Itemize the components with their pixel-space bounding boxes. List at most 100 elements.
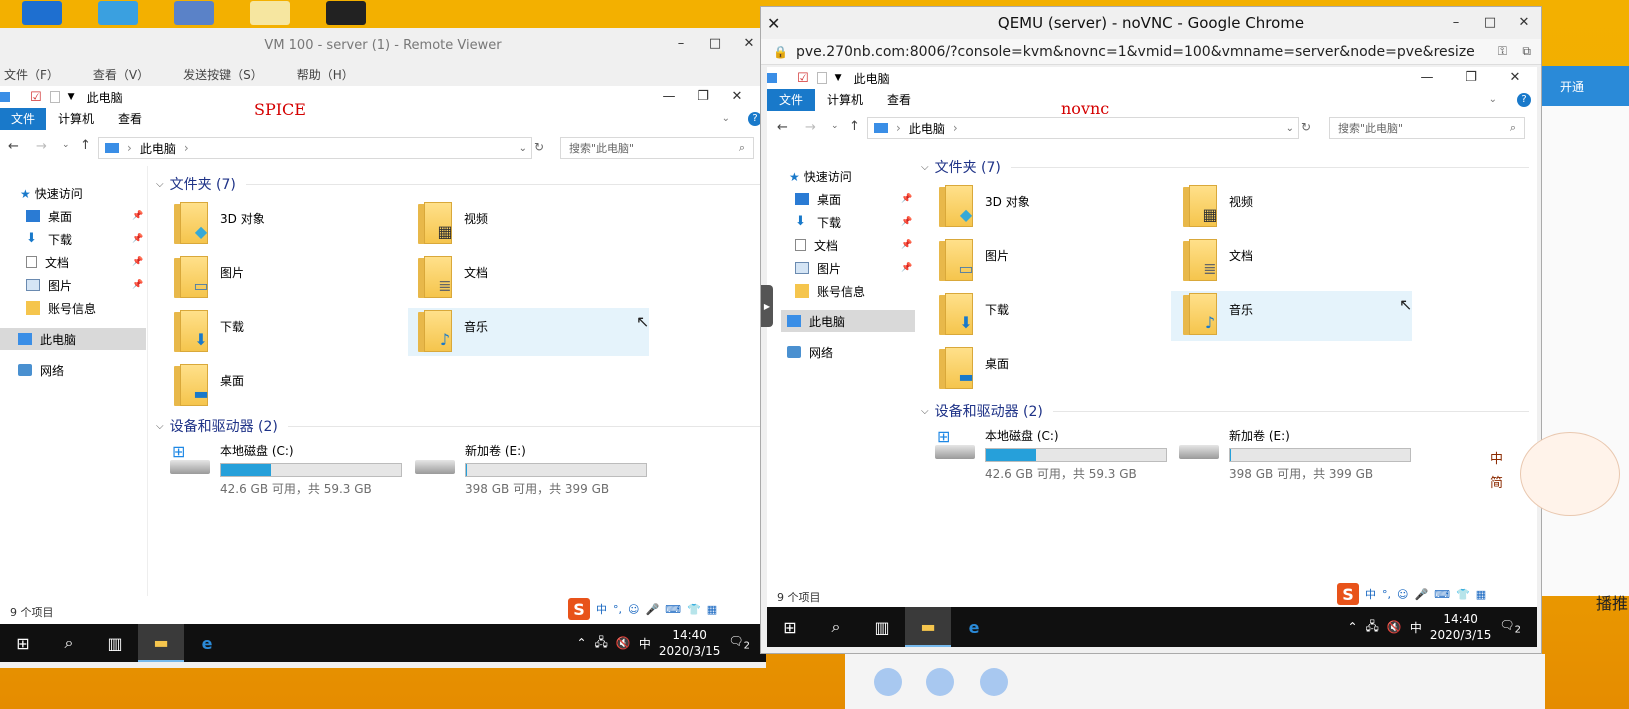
close-button[interactable]: ✕: [720, 86, 754, 108]
task-view-icon[interactable]: ▥: [859, 607, 905, 647]
nav-documents[interactable]: 文档: [795, 234, 838, 256]
folder-music[interactable]: ♪ 音乐: [1183, 293, 1253, 335]
folder-3d-objects[interactable]: ◆ 3D 对象: [174, 202, 265, 244]
menu-view[interactable]: 查看（V）: [93, 66, 149, 83]
mic-icon[interactable]: 🎤: [645, 603, 659, 616]
keyboard-icon[interactable]: ⌨: [1434, 588, 1450, 601]
minimize-button[interactable]: —: [1405, 67, 1449, 89]
telegram-icon[interactable]: [98, 1, 138, 25]
ime-toolbar[interactable]: S 中 °, ☺ 🎤 ⌨ 👕 ▦: [568, 598, 717, 620]
desktop-icon[interactable]: [22, 1, 62, 25]
emoji-icon[interactable]: ☺: [628, 603, 639, 616]
pin-icon[interactable]: 📌: [132, 257, 143, 267]
nav-quick-access[interactable]: ★ 快速访问: [789, 165, 852, 187]
maximize-button[interactable]: □: [1473, 7, 1507, 39]
minimize-button[interactable]: –: [664, 28, 698, 62]
nav-account-info[interactable]: 账号信息: [795, 280, 865, 302]
task-view-icon[interactable]: ▥: [92, 624, 138, 662]
drive-e[interactable]: 新加卷 (E:) 398 GB 可用，共 399 GB: [413, 442, 647, 497]
nav-pictures[interactable]: 图片: [795, 257, 841, 279]
folder-documents[interactable]: ≣ 文档: [1183, 239, 1253, 281]
up-icon[interactable]: ↑: [849, 119, 860, 134]
pin-icon[interactable]: 📌: [901, 240, 912, 250]
grid-icon[interactable]: ▦: [707, 603, 717, 616]
breadcrumb[interactable]: 此电脑: [140, 140, 176, 157]
nav-network[interactable]: 网络: [787, 341, 833, 363]
nav-this-pc[interactable]: 此电脑: [781, 310, 915, 332]
network-tray-icon[interactable]: 🖧: [1366, 617, 1379, 638]
punct-icon[interactable]: °,: [1382, 588, 1391, 601]
ime-mode[interactable]: 中: [1365, 586, 1376, 602]
ime-mascot-bar[interactable]: 中简: [1490, 448, 1503, 496]
drives-section-header[interactable]: ⌵ 设备和驱动器 (2): [921, 401, 1529, 421]
up-icon[interactable]: ↑: [80, 138, 91, 153]
address-dropdown-icon[interactable]: ⌄: [1286, 123, 1294, 134]
folder-documents[interactable]: ≣ 文档: [418, 256, 488, 298]
tab-file[interactable]: 文件: [0, 108, 47, 130]
pin-icon[interactable]: 📌: [901, 194, 912, 204]
new-folder-icon[interactable]: [49, 91, 60, 103]
ie-icon[interactable]: e: [951, 607, 997, 647]
help-icon[interactable]: ?: [1517, 93, 1531, 107]
search-input[interactable]: 搜索"此电脑" ⌕: [1329, 117, 1525, 139]
keyboard-icon[interactable]: ⌨: [665, 603, 681, 616]
minimize-button[interactable]: –: [1439, 7, 1473, 39]
folder-videos[interactable]: ▦ 视频: [1183, 185, 1253, 227]
app-icon[interactable]: [326, 1, 366, 25]
ribbon-expand-icon[interactable]: ⌄: [1477, 89, 1509, 111]
address-bar[interactable]: › 此电脑 › ⌄: [867, 117, 1299, 139]
chevron-up-icon[interactable]: ⌃: [576, 636, 586, 650]
mascot-icon[interactable]: [1520, 432, 1620, 516]
menu-send-keys[interactable]: 发送按键（S）: [183, 66, 263, 83]
explorer-taskbar-icon[interactable]: ▬: [905, 607, 951, 647]
tab-view[interactable]: 查看: [875, 89, 923, 111]
clock[interactable]: 14:40 2020/3/15: [659, 627, 721, 659]
search-icon[interactable]: ⌕: [46, 624, 92, 662]
notification-icon[interactable]: 🗨2: [1499, 618, 1521, 635]
folders-section-header[interactable]: ⌵ 文件夹 (7): [156, 174, 760, 194]
start-icon[interactable]: ⊞: [0, 624, 46, 662]
properties-icon[interactable]: ☑: [30, 90, 42, 105]
pin-icon[interactable]: 📌: [901, 217, 912, 227]
forward-icon[interactable]: →: [36, 139, 47, 154]
drive-c[interactable]: ⊞ 本地磁盘 (C:) 42.6 GB 可用，共 59.3 GB: [933, 427, 1167, 482]
tab-file[interactable]: 文件: [767, 89, 816, 111]
forward-icon[interactable]: →: [805, 120, 816, 135]
qat-dropdown-icon[interactable]: ▼: [835, 73, 842, 83]
recent-icon[interactable]: ⌄: [831, 121, 839, 131]
maximize-button[interactable]: ❐: [1449, 67, 1493, 89]
close-button[interactable]: ✕: [1493, 67, 1537, 89]
volume-muted-icon[interactable]: 🔇: [616, 636, 631, 650]
folder-downloads[interactable]: ⬇ 下载: [174, 310, 244, 352]
ime-indicator[interactable]: 中: [1410, 619, 1422, 636]
maximize-button[interactable]: □: [698, 28, 732, 62]
lock-icon[interactable]: 🔒: [773, 45, 788, 59]
qat-dropdown-icon[interactable]: ▼: [68, 92, 75, 102]
url-text[interactable]: pve.270nb.com:8006/?console=kvm&novnc=1&…: [796, 44, 1476, 60]
maximize-button[interactable]: ❐: [686, 86, 720, 108]
nav-downloads[interactable]: ⬇ 下载: [26, 228, 72, 250]
folder-desktop[interactable]: ▬ 桌面: [939, 347, 1009, 389]
drive-e[interactable]: 新加卷 (E:) 398 GB 可用，共 399 GB: [1177, 427, 1411, 482]
nav-quick-access[interactable]: ★ 快速访问: [20, 182, 83, 204]
breadcrumb[interactable]: 此电脑: [909, 120, 945, 137]
ribbon-expand-icon[interactable]: ⌄: [710, 108, 742, 130]
tab-view[interactable]: 查看: [106, 108, 154, 130]
folder-pictures[interactable]: ▭ 图片: [939, 239, 1009, 281]
folder-videos[interactable]: ▦ 视频: [418, 202, 488, 244]
tab-computer[interactable]: 计算机: [815, 89, 875, 111]
address-dropdown-icon[interactable]: ⌄: [519, 143, 527, 154]
ime-toolbar[interactable]: S 中 °, ☺ 🎤 ⌨ 👕 ▦: [1337, 583, 1486, 605]
close-button[interactable]: ✕: [1507, 7, 1541, 39]
top-right-banner[interactable]: 开通: [1542, 66, 1629, 106]
back-icon[interactable]: ←: [777, 120, 788, 135]
clock[interactable]: 14:40 2020/3/15: [1430, 611, 1492, 643]
folder-desktop[interactable]: ▬ 桌面: [174, 364, 244, 406]
pin-icon[interactable]: 📌: [132, 211, 143, 221]
refresh-icon[interactable]: ↻: [1301, 120, 1311, 134]
search-icon[interactable]: ⌕: [813, 607, 859, 647]
drive-c[interactable]: ⊞ 本地磁盘 (C:) 42.6 GB 可用，共 59.3 GB: [168, 442, 402, 497]
ime-indicator[interactable]: 中: [639, 635, 651, 652]
new-folder-icon[interactable]: [816, 72, 827, 84]
skin-icon[interactable]: 👕: [687, 603, 701, 616]
